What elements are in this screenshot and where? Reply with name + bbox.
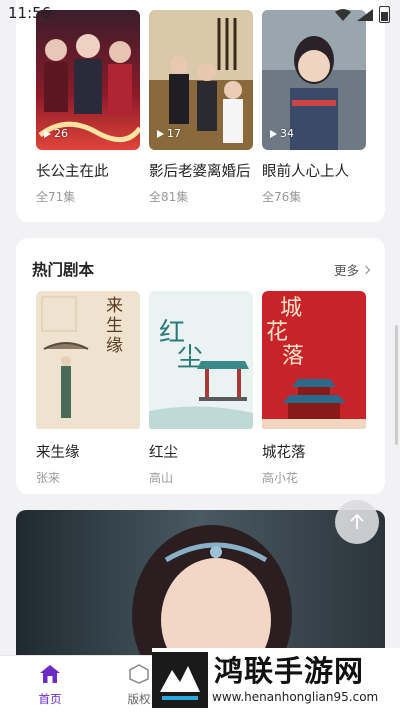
script-author: 张来 (36, 471, 61, 485)
script-item-3[interactable]: 城 花 落 城花落 高小花 (262, 291, 366, 486)
home-icon (40, 665, 60, 683)
scrollbar[interactable] (395, 325, 398, 445)
script-cover[interactable]: 红 尘 (149, 291, 253, 431)
play-icon (157, 129, 164, 138)
status-time: 11:56 (8, 4, 52, 22)
drama-episodes: 全81集 (149, 190, 189, 204)
drama-list: 26 长公主在此 全71集 17 影后老婆离婚后 全81集 34 眼前人心上人 … (36, 10, 366, 205)
drama-title: 长公主在此 (36, 164, 109, 180)
script-item-1[interactable]: 来 生 缘 来生缘 张来 (36, 291, 140, 486)
script-author: 高小花 (262, 471, 299, 485)
play-count: 34 (270, 127, 294, 140)
script-list: 来 生 缘 来生缘 张来 红 尘 红尘 高山 城 花 落 城花落 高小花 (36, 291, 366, 486)
script-item-2[interactable]: 红 尘 红尘 高山 (149, 291, 253, 486)
drama-thumbnail[interactable]: 17 (149, 10, 253, 150)
cube-icon (129, 664, 149, 684)
cover-title-char: 落 (282, 344, 304, 369)
watermark-logo (152, 652, 208, 708)
play-icon (44, 129, 51, 138)
feature-banner[interactable] (16, 510, 385, 655)
watermark-url: www.henanhonglian95.com (212, 690, 379, 704)
tab-label: 首页 (38, 692, 62, 706)
script-author: 高山 (149, 471, 174, 485)
script-cover[interactable]: 城 花 落 (262, 291, 366, 431)
scroll-to-top-button[interactable] (335, 500, 379, 544)
chevron-right-icon (361, 265, 371, 274)
drama-item-2[interactable]: 17 影后老婆离婚后 全81集 (149, 10, 253, 205)
drama-thumbnail[interactable]: 34 (262, 10, 366, 150)
drama-episodes: 全76集 (262, 190, 302, 204)
drama-title: 影后老婆离婚后 (149, 164, 251, 180)
section-title: 热门剧本 (32, 261, 95, 279)
play-count: 17 (157, 127, 181, 140)
watermark: 鸿联手游网 www.henanhonglian95.com (152, 648, 400, 711)
script-title: 来生缘 (36, 445, 80, 461)
cover-title-char: 来 (106, 296, 123, 316)
more-button[interactable]: 更多 (333, 260, 371, 279)
cover-title-char: 生 (106, 316, 123, 336)
drama-thumbnail[interactable]: 26 (36, 10, 140, 150)
battery-icon (379, 6, 390, 23)
drama-list-card: 26 长公主在此 全71集 17 影后老婆离婚后 全81集 34 眼前人心上人 … (16, 0, 385, 222)
drama-item-1[interactable]: 26 长公主在此 全71集 (36, 10, 140, 205)
cover-title-char: 城 (280, 296, 302, 321)
cover-title-char: 花 (266, 320, 288, 345)
script-title: 红尘 (149, 445, 178, 461)
more-label: 更多 (333, 263, 359, 278)
status-bar: 11:56 (0, 0, 400, 28)
status-icons (335, 6, 390, 23)
tab-home[interactable]: 首页 (25, 664, 75, 707)
drama-item-3[interactable]: 34 眼前人心上人 全76集 (262, 10, 366, 205)
drama-title: 眼前人心上人 (262, 164, 349, 180)
wifi-icon (335, 8, 351, 21)
arrow-up-icon (350, 513, 364, 529)
script-cover[interactable]: 来 生 缘 (36, 291, 140, 431)
script-title: 城花落 (262, 445, 306, 461)
signal-icon (357, 8, 373, 21)
hot-scripts-card: 热门剧本 更多 来 生 缘 来生缘 张来 红 尘 红尘 高山 城 花 落 城花落… (16, 238, 385, 494)
play-count: 26 (44, 127, 68, 140)
watermark-name: 鸿联手游网 (214, 654, 365, 688)
drama-episodes: 全71集 (36, 190, 76, 204)
play-icon (270, 129, 277, 138)
cover-title-char: 缘 (106, 336, 123, 356)
